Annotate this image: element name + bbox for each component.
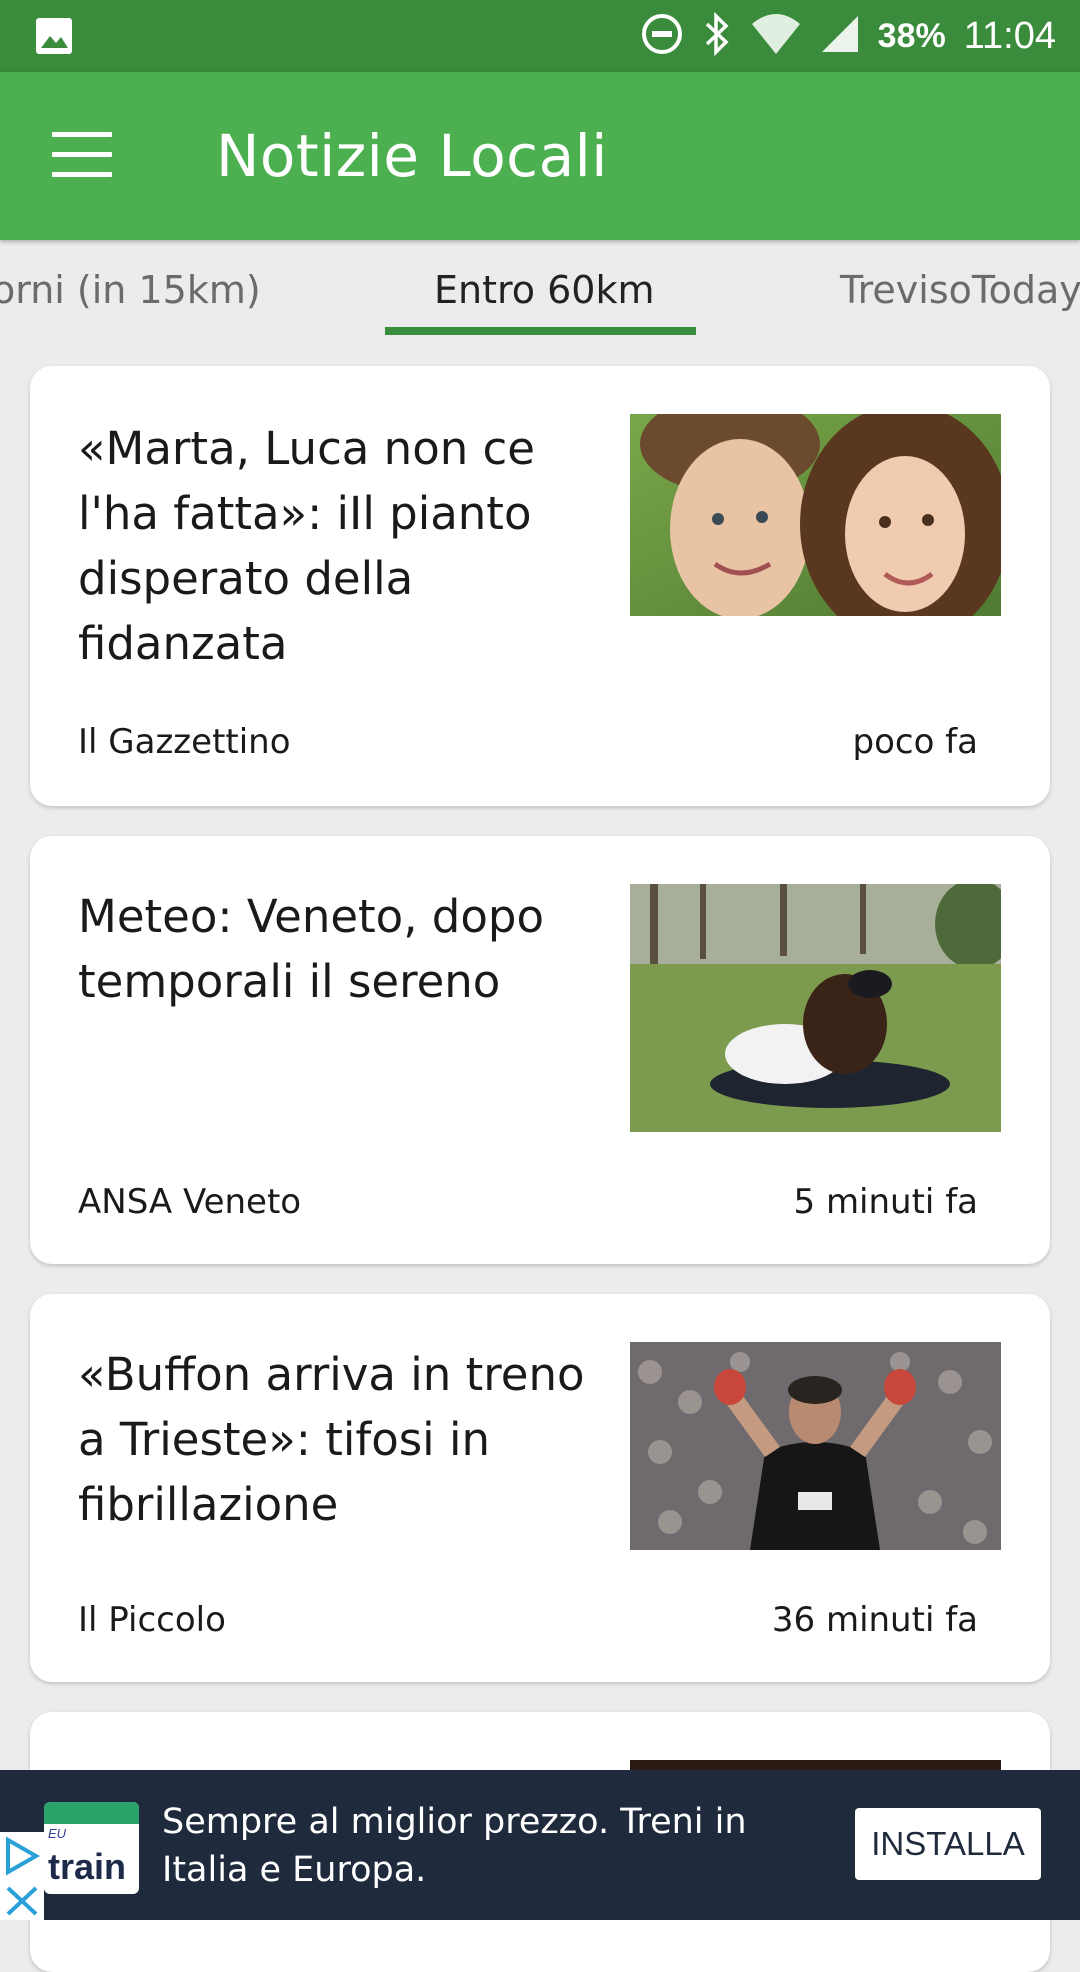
article-card[interactable]: «Buffon arriva in treno a Trieste»: tifo… xyxy=(30,1294,1050,1682)
trainline-logo: EU train xyxy=(44,1802,139,1894)
couple-lying-on-grass-photo xyxy=(630,884,1001,1132)
article-title: «Buffon arriva in treno a Trieste»: tifo… xyxy=(78,1348,585,1531)
tab-indicator xyxy=(385,327,696,335)
ad-banner[interactable]: EU train Sempre al miglior prezzo. Treni… xyxy=(0,1770,1080,1920)
ad-choices-icon[interactable] xyxy=(0,1832,44,1920)
goalkeeper-celebrating-photo xyxy=(630,1342,1001,1550)
article-title: «Marta, Luca non ce l'ha fatta»: iIl pia… xyxy=(78,422,535,670)
tab-nearby[interactable]: orni (in 15km) xyxy=(0,268,261,312)
article-source: ANSA Veneto xyxy=(78,1182,302,1222)
article-card[interactable]: Meteo: Veneto, dopo temporali il sereno … xyxy=(30,836,1050,1264)
status-bar: 38% 11:04 xyxy=(0,0,1080,72)
article-source: Il Piccolo xyxy=(78,1600,226,1640)
article-time: 36 minuti fa xyxy=(771,1600,978,1640)
signal-icon xyxy=(820,12,860,60)
app-bar: Notizie Locali xyxy=(0,72,1080,240)
battery-percent: 38% xyxy=(877,16,946,55)
clock: 11:04 xyxy=(963,14,1056,57)
hamburger-menu-icon[interactable] xyxy=(52,132,112,178)
article-time: 5 minuti fa xyxy=(793,1182,979,1222)
article-source: Il Gazzettino xyxy=(78,722,291,762)
install-button[interactable]: INSTALLA xyxy=(855,1808,1041,1880)
do-not-disturb-icon xyxy=(640,12,684,60)
tab-trevisotoday[interactable]: TrevisoToday xyxy=(840,268,1080,312)
bluetooth-icon xyxy=(702,11,732,60)
couple-selfie-photo xyxy=(630,414,1001,616)
tab-bar: orni (in 15km) Entro 60km TrevisoToday xyxy=(0,240,1080,340)
article-card[interactable]: «Marta, Luca non ce l'ha fatta»: iIl pia… xyxy=(30,366,1050,806)
page-title: Notizie Locali xyxy=(216,122,608,190)
tab-within-60km[interactable]: Entro 60km xyxy=(434,268,655,312)
wifi-icon xyxy=(750,12,802,60)
article-time: poco fa xyxy=(852,722,979,762)
article-title: Meteo: Veneto, dopo temporali il sereno xyxy=(78,890,544,1008)
image-icon xyxy=(34,16,74,56)
ad-text: Sempre al miglior prezzo. Treni in Itali… xyxy=(162,1802,747,1890)
